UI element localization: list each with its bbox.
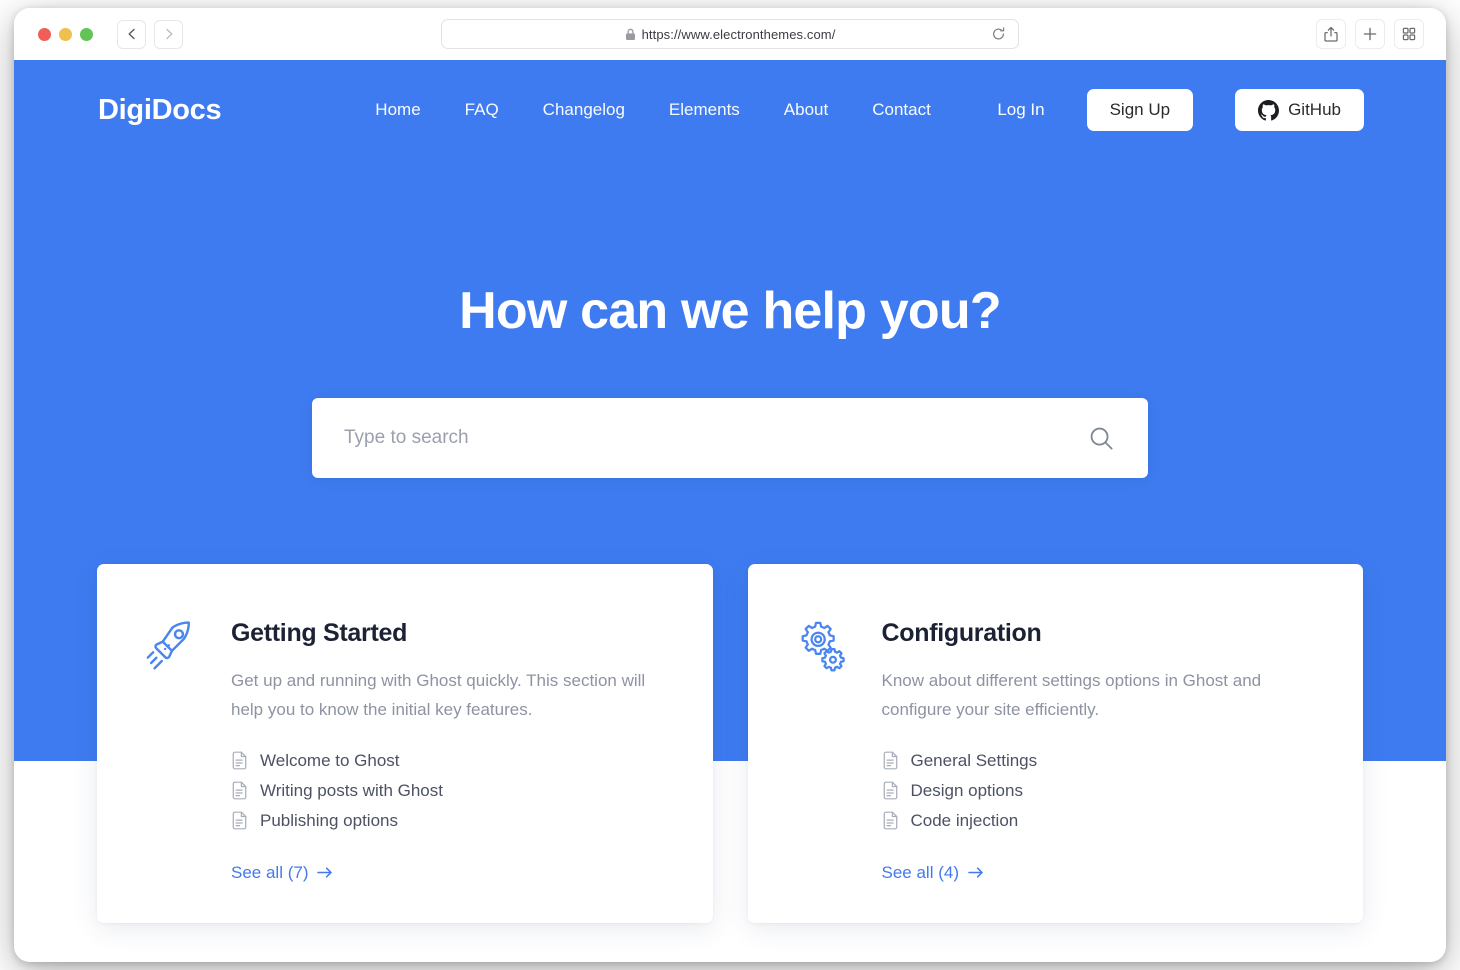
- site-navbar: DigiDocs Home FAQ Changelog Elements Abo…: [14, 60, 1446, 160]
- forward-button[interactable]: [154, 19, 183, 49]
- address-bar-container: https://www.electronthemes.com/: [441, 19, 1019, 49]
- nav-item-home[interactable]: Home: [375, 100, 420, 120]
- card-body: Welcome to Ghost Writing posts with Ghos…: [231, 751, 669, 883]
- card-header: Getting Started Get up and running with …: [141, 611, 669, 724]
- share-button[interactable]: [1316, 19, 1346, 49]
- lock-icon: [625, 28, 635, 40]
- nav-item-elements[interactable]: Elements: [669, 100, 740, 120]
- document-icon: [883, 751, 897, 770]
- list-item-label[interactable]: Design options: [911, 781, 1023, 801]
- nav-item-faq[interactable]: FAQ: [465, 100, 499, 120]
- document-icon: [232, 811, 247, 830]
- list-item-label[interactable]: Writing posts with Ghost: [260, 781, 443, 801]
- new-tab-button[interactable]: [1355, 19, 1385, 49]
- card-description: Know about different settings options in…: [881, 671, 1262, 720]
- page-title: How can we help you?: [459, 282, 1001, 340]
- card-icon-wrap: [141, 611, 203, 680]
- arrow-right-icon: [317, 867, 333, 878]
- login-link[interactable]: Log In: [997, 100, 1044, 120]
- browser-window: https://www.electronthemes.com/ DigiDocs…: [14, 8, 1446, 962]
- github-icon: [1258, 99, 1280, 120]
- close-window-button[interactable]: [38, 27, 51, 41]
- see-all-link[interactable]: See all (7): [231, 863, 333, 883]
- browser-toolbar: https://www.electronthemes.com/: [14, 8, 1446, 60]
- nav-item-contact[interactable]: Contact: [872, 100, 931, 120]
- doc-list: Welcome to Ghost Writing posts with Ghos…: [231, 751, 669, 831]
- page-content: DigiDocs Home FAQ Changelog Elements Abo…: [14, 60, 1446, 962]
- rocket-icon: [146, 621, 190, 670]
- see-all-label: See all (7): [231, 862, 309, 882]
- see-all-label: See all (4): [881, 862, 959, 882]
- see-all-link[interactable]: See all (4): [882, 863, 984, 883]
- card-title-wrap: Configuration Know about different setti…: [882, 611, 1312, 724]
- list-item-label[interactable]: General Settings: [911, 751, 1038, 771]
- toolbar-actions: [1316, 19, 1432, 49]
- search-icon[interactable]: [1087, 424, 1116, 453]
- signup-button[interactable]: Sign Up: [1086, 89, 1194, 131]
- list-item[interactable]: Code injection: [882, 811, 1320, 831]
- main-menu: Home FAQ Changelog Elements About Contac…: [375, 100, 931, 120]
- document-icon: [232, 751, 247, 770]
- url-text-group: https://www.electronthemes.com/: [625, 27, 836, 42]
- window-controls: [38, 27, 93, 41]
- list-item-label[interactable]: Publishing options: [260, 811, 398, 831]
- maximize-window-button[interactable]: [80, 27, 93, 41]
- list-item[interactable]: General Settings: [882, 751, 1320, 771]
- hero-section: How can we help you?: [14, 160, 1446, 479]
- list-item[interactable]: Publishing options: [231, 811, 669, 831]
- card-title: Getting Started: [231, 619, 408, 648]
- grid-icon: [1402, 27, 1416, 41]
- document-icon: [883, 781, 897, 800]
- chevron-left-icon: [127, 28, 135, 40]
- doc-list: General Settings Design options Code inj…: [882, 751, 1320, 831]
- address-bar[interactable]: https://www.electronthemes.com/: [441, 19, 1019, 49]
- card-title-wrap: Getting Started Get up and running with …: [231, 611, 661, 724]
- list-item[interactable]: Writing posts with Ghost: [231, 781, 669, 801]
- card-title: Configuration: [881, 619, 1042, 648]
- navigation-buttons: [117, 19, 183, 49]
- navbar-actions: Log In Sign Up GitHub: [997, 89, 1364, 131]
- chevron-right-icon: [165, 28, 172, 40]
- list-item[interactable]: Welcome to Ghost: [231, 751, 669, 771]
- github-label: GitHub: [1288, 100, 1341, 119]
- card-body: General Settings Design options Code inj…: [882, 751, 1320, 883]
- tab-overview-button[interactable]: [1394, 19, 1424, 49]
- card-grid: Getting Started Get up and running with …: [97, 564, 1363, 923]
- site-logo[interactable]: DigiDocs: [98, 94, 222, 127]
- plus-icon: [1363, 27, 1377, 41]
- list-item[interactable]: Design options: [882, 781, 1320, 801]
- arrow-right-icon: [968, 867, 983, 878]
- card-header: Configuration Know about different setti…: [792, 611, 1320, 724]
- search-input[interactable]: [344, 427, 1077, 450]
- back-button[interactable]: [117, 19, 146, 49]
- gears-icon: [801, 621, 845, 672]
- card-getting-started: Getting Started Get up and running with …: [97, 564, 713, 923]
- minimize-window-button[interactable]: [59, 27, 72, 41]
- document-icon: [883, 811, 897, 830]
- signup-label: Sign Up: [1109, 100, 1171, 119]
- github-button[interactable]: GitHub: [1235, 89, 1364, 131]
- nav-item-about[interactable]: About: [784, 100, 828, 120]
- card-configuration: Configuration Know about different setti…: [747, 564, 1363, 923]
- search-box[interactable]: [312, 398, 1148, 479]
- share-icon: [1324, 26, 1338, 42]
- list-item-label[interactable]: Welcome to Ghost: [260, 751, 400, 771]
- card-description: Get up and running with Ghost quickly. T…: [231, 671, 646, 720]
- list-item-label[interactable]: Code injection: [911, 811, 1019, 831]
- reload-icon[interactable]: [991, 27, 1006, 42]
- url-text: https://www.electronthemes.com/: [641, 26, 836, 42]
- document-icon: [232, 781, 247, 800]
- nav-item-changelog[interactable]: Changelog: [543, 100, 625, 120]
- card-icon-wrap: [792, 611, 854, 680]
